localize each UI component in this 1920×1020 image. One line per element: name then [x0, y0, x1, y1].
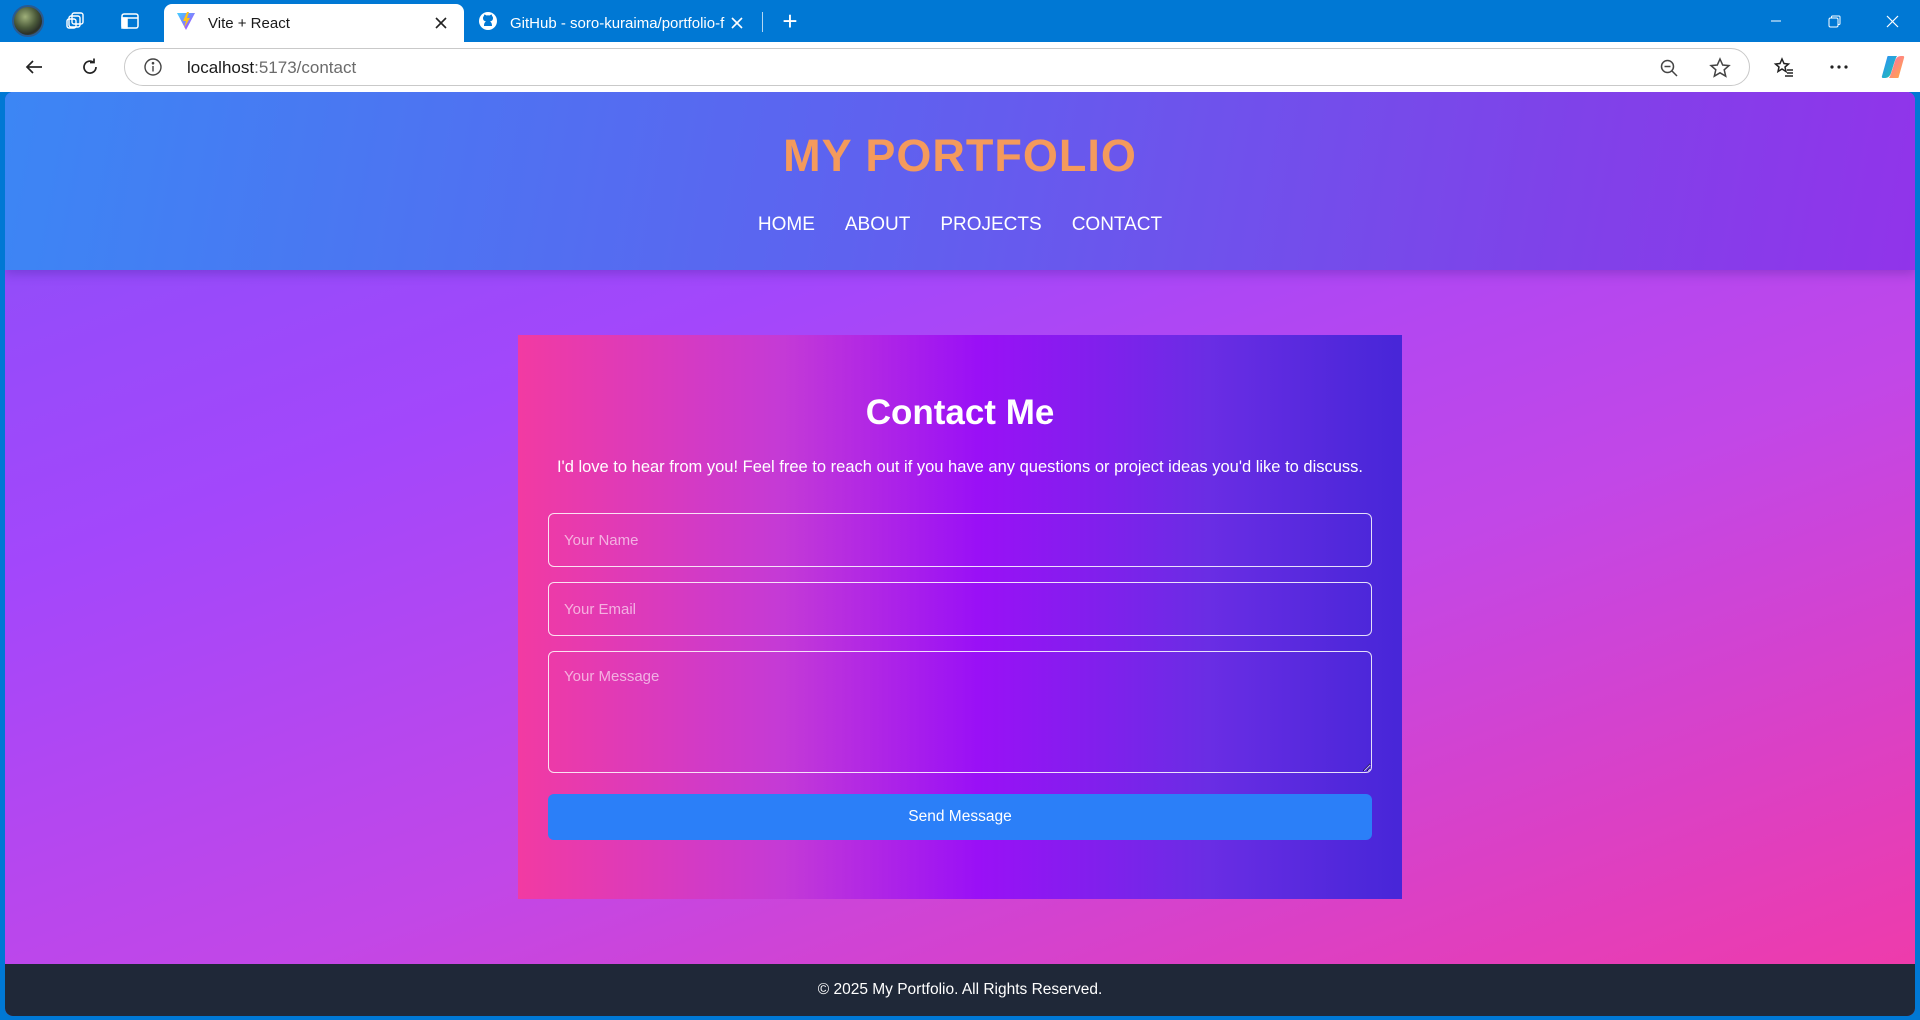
url-path: :5173/contact: [254, 58, 357, 77]
send-message-button[interactable]: Send Message: [548, 794, 1372, 840]
nav-link-contact[interactable]: CONTACT: [1072, 214, 1162, 236]
browser-tab-strip: Vite + React GitHub - soro-kuraima/portf…: [0, 0, 1920, 42]
vite-favicon: [176, 11, 196, 35]
site-info-icon[interactable]: [143, 57, 163, 77]
avatar: [12, 5, 44, 37]
copilot-icon[interactable]: [1875, 51, 1911, 83]
site-footer: © 2025 My Portfolio. All Rights Reserved…: [5, 964, 1915, 1016]
site-nav: HOME ABOUT PROJECTS CONTACT: [5, 214, 1915, 236]
site-header: MY PORTFOLIO HOME ABOUT PROJECTS CONTACT: [5, 92, 1915, 270]
tab-vite-react[interactable]: Vite + React: [164, 4, 464, 42]
nav-link-about[interactable]: ABOUT: [845, 214, 910, 236]
footer-text: © 2025 My Portfolio. All Rights Reserved…: [817, 981, 1103, 998]
browser-toolbar: localhost:5173/contact: [0, 42, 1920, 92]
close-icon[interactable]: [430, 12, 452, 34]
nav-link-projects[interactable]: PROJECTS: [940, 214, 1041, 236]
more-icon[interactable]: [1821, 51, 1857, 83]
workspaces-icon[interactable]: [58, 4, 94, 38]
tab-separator: [762, 12, 763, 32]
vertical-tabs-icon[interactable]: [112, 4, 148, 38]
name-input[interactable]: [548, 513, 1372, 567]
contact-intro: I'd love to hear from you! Feel free to …: [556, 458, 1364, 476]
address-bar[interactable]: localhost:5173/contact: [124, 48, 1750, 86]
email-input[interactable]: [548, 582, 1372, 636]
new-tab-button[interactable]: +: [772, 4, 808, 38]
refresh-icon[interactable]: [72, 51, 108, 83]
favorites-icon[interactable]: [1766, 51, 1802, 83]
tab-title: Vite + React: [208, 14, 290, 32]
url-text: localhost:5173/contact: [187, 58, 356, 78]
site-logo[interactable]: MY PORTFOLIO: [5, 130, 1915, 182]
contact-card: Contact Me I'd love to hear from you! Fe…: [518, 335, 1402, 899]
nav-link-home[interactable]: HOME: [758, 214, 815, 236]
close-window-icon[interactable]: [1864, 0, 1920, 42]
contact-title: Contact Me: [865, 393, 1055, 432]
zoom-out-icon[interactable]: [1657, 56, 1681, 80]
close-icon[interactable]: [726, 12, 748, 34]
tab-github[interactable]: GitHub - soro-kuraima/portfolio-f: [466, 4, 760, 42]
url-host: localhost: [187, 58, 255, 77]
message-textarea[interactable]: [548, 651, 1372, 773]
tab-title: GitHub - soro-kuraima/portfolio-f: [510, 14, 725, 32]
page-viewport: MY PORTFOLIO HOME ABOUT PROJECTS CONTACT…: [5, 92, 1915, 1016]
minimize-icon[interactable]: [1748, 0, 1804, 42]
restore-icon[interactable]: [1806, 0, 1862, 42]
back-icon[interactable]: [16, 51, 52, 83]
favorite-star-icon[interactable]: [1708, 56, 1732, 80]
github-favicon: [478, 11, 498, 35]
profile-avatar[interactable]: [8, 4, 48, 38]
